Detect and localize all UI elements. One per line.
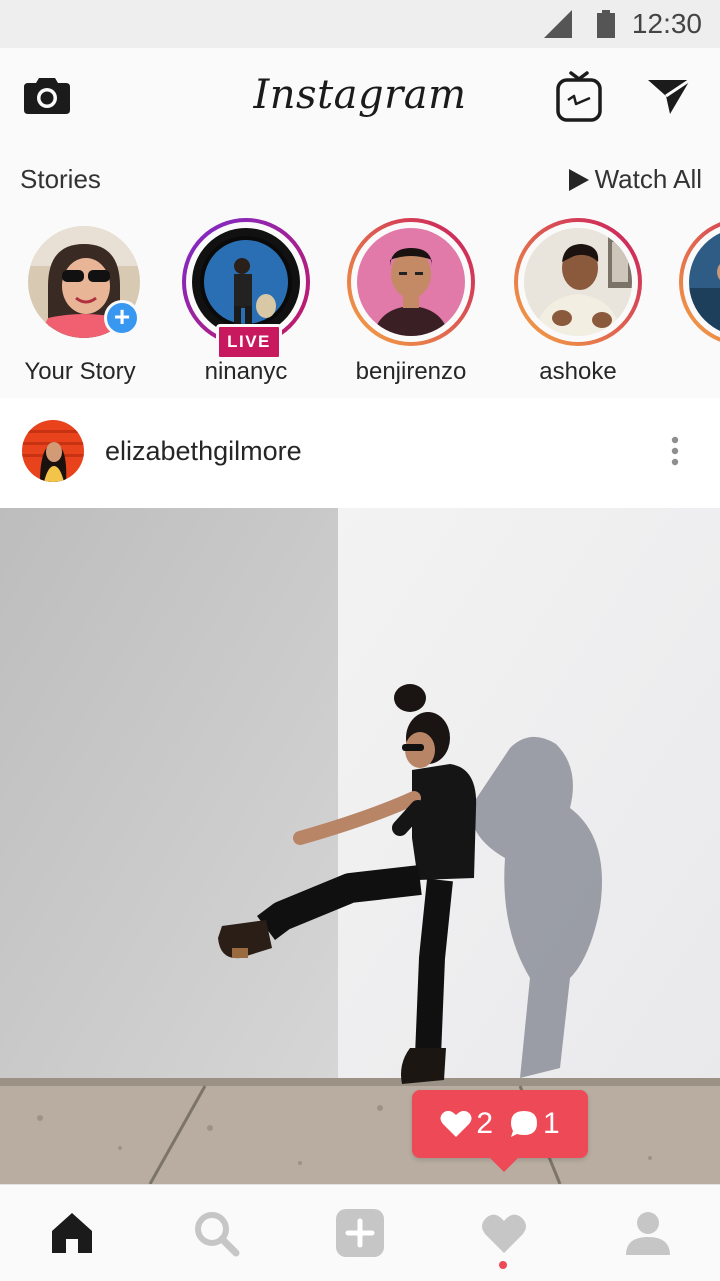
ashoke-avatar (524, 228, 632, 336)
story-item-ninanyc[interactable]: LIVE ninanyc (171, 218, 321, 386)
igtv-icon[interactable] (556, 70, 602, 122)
story-label: ashoke (539, 358, 617, 385)
benjirenzo-avatar (357, 228, 465, 336)
status-bar: 12:30 (0, 0, 720, 48)
activity-heart-icon[interactable] (480, 1209, 528, 1257)
story-item-ian[interactable]: ian (668, 218, 720, 386)
signal-icon (544, 10, 572, 38)
ian-avatar (689, 228, 720, 336)
add-post-icon[interactable] (336, 1209, 384, 1257)
comment-icon (511, 1111, 537, 1137)
top-app-bar: Instagram (0, 48, 720, 147)
likes-count-value: 2 (476, 1107, 493, 1140)
watch-all-button[interactable]: Watch All (568, 164, 702, 195)
stories-title: Stories (20, 164, 101, 194)
instagram-logo: Instagram (253, 72, 467, 118)
activity-indicator-dot (499, 1261, 507, 1269)
story-item-benjirenzo[interactable]: benjirenzo (336, 218, 486, 386)
add-story-plus-icon[interactable]: + (104, 300, 140, 336)
comments-count-value: 1 (543, 1107, 560, 1140)
comments-count: 1 (509, 1107, 560, 1141)
likes-count: 2 (440, 1107, 493, 1141)
direct-send-icon[interactable] (646, 76, 692, 116)
post-photo[interactable] (0, 508, 720, 1184)
activity-notification[interactable]: 2 1 (412, 1090, 588, 1172)
home-icon[interactable] (48, 1209, 96, 1257)
story-label: Your Story (24, 358, 136, 385)
more-vertical-icon[interactable] (664, 436, 686, 472)
story-label: ian (668, 358, 720, 386)
story-item-ashoke[interactable]: ashoke (503, 218, 653, 386)
watch-all-label: Watch All (594, 164, 702, 194)
play-icon (568, 168, 589, 191)
story-label: ninanyc (204, 358, 288, 385)
post-header: elizabethgilmore (0, 398, 720, 508)
heart-icon (440, 1110, 472, 1137)
story-item-your-story[interactable]: + Your Story (5, 218, 155, 386)
battery-icon (597, 10, 615, 38)
live-badge: LIVE (216, 324, 282, 360)
post-author-avatar[interactable] (22, 420, 84, 482)
ninanyc-avatar (192, 228, 300, 336)
notification-tail (488, 1156, 520, 1172)
status-time: 12:30 (631, 8, 702, 39)
profile-icon[interactable] (624, 1209, 672, 1257)
stories-tray: Stories Watch All + Your Story LIVE nina… (0, 146, 720, 399)
search-icon[interactable] (192, 1209, 240, 1257)
post-username[interactable]: elizabethgilmore (105, 436, 302, 467)
story-label: benjirenzo (355, 358, 467, 385)
bottom-navigation (0, 1184, 720, 1281)
